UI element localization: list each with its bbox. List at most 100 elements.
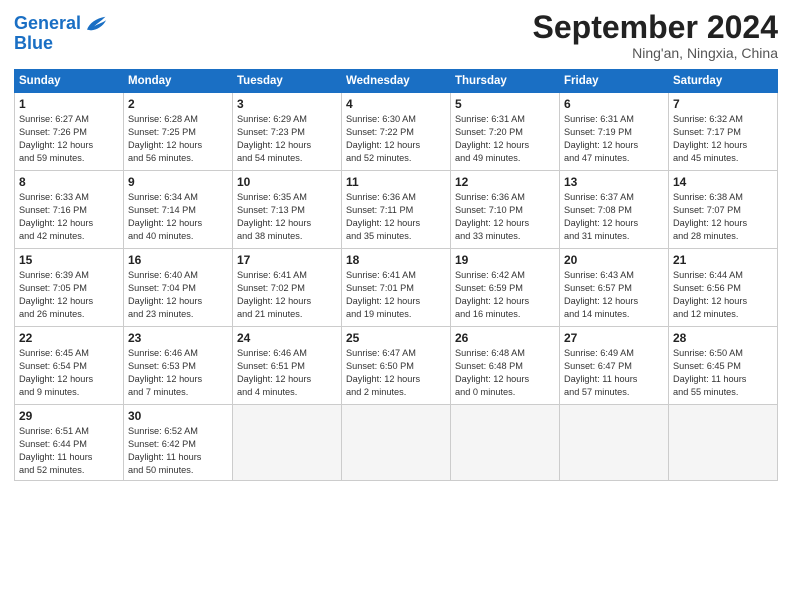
calendar-cell: 6 Sunrise: 6:31 AMSunset: 7:19 PMDaylight… xyxy=(560,93,669,171)
calendar-cell: 29 Sunrise: 6:51 AMSunset: 6:44 PMDayligh… xyxy=(15,405,124,481)
day-number: 30 xyxy=(128,409,228,423)
week-row-5: 29 Sunrise: 6:51 AMSunset: 6:44 PMDayligh… xyxy=(15,405,778,481)
day-number: 26 xyxy=(455,331,555,345)
cell-info: Sunrise: 6:31 AMSunset: 7:19 PMDaylight:… xyxy=(564,113,664,165)
col-header-wednesday: Wednesday xyxy=(342,70,451,93)
cell-info: Sunrise: 6:50 AMSunset: 6:45 PMDaylight:… xyxy=(673,347,773,399)
cell-info: Sunrise: 6:40 AMSunset: 7:04 PMDaylight:… xyxy=(128,269,228,321)
calendar-cell: 11 Sunrise: 6:36 AMSunset: 7:11 PMDayligh… xyxy=(342,171,451,249)
day-number: 25 xyxy=(346,331,446,345)
calendar-cell: 9 Sunrise: 6:34 AMSunset: 7:14 PMDaylight… xyxy=(124,171,233,249)
location-subtitle: Ning'an, Ningxia, China xyxy=(533,45,778,61)
day-number: 7 xyxy=(673,97,773,111)
week-row-4: 22 Sunrise: 6:45 AMSunset: 6:54 PMDayligh… xyxy=(15,327,778,405)
calendar-cell: 19 Sunrise: 6:42 AMSunset: 6:59 PMDayligh… xyxy=(451,249,560,327)
cell-info: Sunrise: 6:36 AMSunset: 7:11 PMDaylight:… xyxy=(346,191,446,243)
calendar-cell: 21 Sunrise: 6:44 AMSunset: 6:56 PMDayligh… xyxy=(669,249,778,327)
cell-info: Sunrise: 6:46 AMSunset: 6:53 PMDaylight:… xyxy=(128,347,228,399)
day-number: 16 xyxy=(128,253,228,267)
calendar-cell xyxy=(451,405,560,481)
day-number: 18 xyxy=(346,253,446,267)
calendar-cell: 23 Sunrise: 6:46 AMSunset: 6:53 PMDayligh… xyxy=(124,327,233,405)
day-number: 23 xyxy=(128,331,228,345)
day-number: 9 xyxy=(128,175,228,189)
cell-info: Sunrise: 6:32 AMSunset: 7:17 PMDaylight:… xyxy=(673,113,773,165)
calendar-cell xyxy=(342,405,451,481)
calendar-cell xyxy=(560,405,669,481)
logo-blue-text: Blue xyxy=(14,34,107,54)
calendar-cell: 2 Sunrise: 6:28 AMSunset: 7:25 PMDaylight… xyxy=(124,93,233,171)
cell-info: Sunrise: 6:48 AMSunset: 6:48 PMDaylight:… xyxy=(455,347,555,399)
cell-info: Sunrise: 6:43 AMSunset: 6:57 PMDaylight:… xyxy=(564,269,664,321)
calendar-cell: 13Sunrise: 6:37 AMSunset: 7:08 PMDayligh… xyxy=(560,171,669,249)
calendar-cell: 20Sunrise: 6:43 AMSunset: 6:57 PMDayligh… xyxy=(560,249,669,327)
calendar-cell: 12Sunrise: 6:36 AMSunset: 7:10 PMDayligh… xyxy=(451,171,560,249)
calendar-cell: 22 Sunrise: 6:45 AMSunset: 6:54 PMDayligh… xyxy=(15,327,124,405)
logo: General Blue xyxy=(14,14,107,54)
logo-bird-icon xyxy=(83,14,107,34)
calendar-cell: 27Sunrise: 6:49 AMSunset: 6:47 PMDayligh… xyxy=(560,327,669,405)
cell-info: Sunrise: 6:45 AMSunset: 6:54 PMDaylight:… xyxy=(19,347,119,399)
calendar-cell: 30 Sunrise: 6:52 AMSunset: 6:42 PMDayligh… xyxy=(124,405,233,481)
day-number: 21 xyxy=(673,253,773,267)
cell-info: Sunrise: 6:34 AMSunset: 7:14 PMDaylight:… xyxy=(128,191,228,243)
day-number: 27 xyxy=(564,331,664,345)
day-number: 6 xyxy=(564,97,664,111)
day-number: 4 xyxy=(346,97,446,111)
month-title: September 2024 xyxy=(533,10,778,45)
day-number: 11 xyxy=(346,175,446,189)
main-container: General Blue September 2024 Ning'an, Nin… xyxy=(0,0,792,489)
day-number: 22 xyxy=(19,331,119,345)
cell-info: Sunrise: 6:46 AMSunset: 6:51 PMDaylight:… xyxy=(237,347,337,399)
header: General Blue September 2024 Ning'an, Nin… xyxy=(14,10,778,61)
cell-info: Sunrise: 6:51 AMSunset: 6:44 PMDaylight:… xyxy=(19,425,119,477)
day-number: 28 xyxy=(673,331,773,345)
calendar-cell: 16 Sunrise: 6:40 AMSunset: 7:04 PMDayligh… xyxy=(124,249,233,327)
col-header-saturday: Saturday xyxy=(669,70,778,93)
cell-info: Sunrise: 6:42 AMSunset: 6:59 PMDaylight:… xyxy=(455,269,555,321)
day-number: 1 xyxy=(19,97,119,111)
cell-info: Sunrise: 6:38 AMSunset: 7:07 PMDaylight:… xyxy=(673,191,773,243)
day-number: 19 xyxy=(455,253,555,267)
col-header-monday: Monday xyxy=(124,70,233,93)
logo-text: General xyxy=(14,14,81,34)
day-number: 8 xyxy=(19,175,119,189)
week-row-1: 1 Sunrise: 6:27 AMSunset: 7:26 PMDaylight… xyxy=(15,93,778,171)
cell-info: Sunrise: 6:47 AMSunset: 6:50 PMDaylight:… xyxy=(346,347,446,399)
day-number: 15 xyxy=(19,253,119,267)
cell-info: Sunrise: 6:35 AMSunset: 7:13 PMDaylight:… xyxy=(237,191,337,243)
cell-info: Sunrise: 6:39 AMSunset: 7:05 PMDaylight:… xyxy=(19,269,119,321)
calendar-cell: 24Sunrise: 6:46 AMSunset: 6:51 PMDayligh… xyxy=(233,327,342,405)
calendar-cell: 26 Sunrise: 6:48 AMSunset: 6:48 PMDayligh… xyxy=(451,327,560,405)
day-number: 3 xyxy=(237,97,337,111)
col-header-thursday: Thursday xyxy=(451,70,560,93)
day-number: 2 xyxy=(128,97,228,111)
day-number: 10 xyxy=(237,175,337,189)
calendar-cell xyxy=(233,405,342,481)
calendar-cell: 15 Sunrise: 6:39 AMSunset: 7:05 PMDayligh… xyxy=(15,249,124,327)
cell-info: Sunrise: 6:52 AMSunset: 6:42 PMDaylight:… xyxy=(128,425,228,477)
day-number: 29 xyxy=(19,409,119,423)
cell-info: Sunrise: 6:28 AMSunset: 7:25 PMDaylight:… xyxy=(128,113,228,165)
calendar-cell: 8 Sunrise: 6:33 AMSunset: 7:16 PMDaylight… xyxy=(15,171,124,249)
calendar-cell: 17Sunrise: 6:41 AMSunset: 7:02 PMDayligh… xyxy=(233,249,342,327)
day-number: 17 xyxy=(237,253,337,267)
week-row-3: 15 Sunrise: 6:39 AMSunset: 7:05 PMDayligh… xyxy=(15,249,778,327)
header-row: SundayMondayTuesdayWednesdayThursdayFrid… xyxy=(15,70,778,93)
calendar-cell: 14 Sunrise: 6:38 AMSunset: 7:07 PMDayligh… xyxy=(669,171,778,249)
calendar-cell: 25 Sunrise: 6:47 AMSunset: 6:50 PMDayligh… xyxy=(342,327,451,405)
calendar-cell: 3Sunrise: 6:29 AMSunset: 7:23 PMDaylight… xyxy=(233,93,342,171)
col-header-friday: Friday xyxy=(560,70,669,93)
calendar-cell: 5Sunrise: 6:31 AMSunset: 7:20 PMDaylight… xyxy=(451,93,560,171)
title-block: September 2024 Ning'an, Ningxia, China xyxy=(533,10,778,61)
cell-info: Sunrise: 6:27 AMSunset: 7:26 PMDaylight:… xyxy=(19,113,119,165)
cell-info: Sunrise: 6:33 AMSunset: 7:16 PMDaylight:… xyxy=(19,191,119,243)
cell-info: Sunrise: 6:44 AMSunset: 6:56 PMDaylight:… xyxy=(673,269,773,321)
calendar-cell: 4Sunrise: 6:30 AMSunset: 7:22 PMDaylight… xyxy=(342,93,451,171)
cell-info: Sunrise: 6:41 AMSunset: 7:01 PMDaylight:… xyxy=(346,269,446,321)
day-number: 14 xyxy=(673,175,773,189)
calendar-cell: 28 Sunrise: 6:50 AMSunset: 6:45 PMDayligh… xyxy=(669,327,778,405)
cell-info: Sunrise: 6:37 AMSunset: 7:08 PMDaylight:… xyxy=(564,191,664,243)
week-row-2: 8 Sunrise: 6:33 AMSunset: 7:16 PMDaylight… xyxy=(15,171,778,249)
col-header-sunday: Sunday xyxy=(15,70,124,93)
